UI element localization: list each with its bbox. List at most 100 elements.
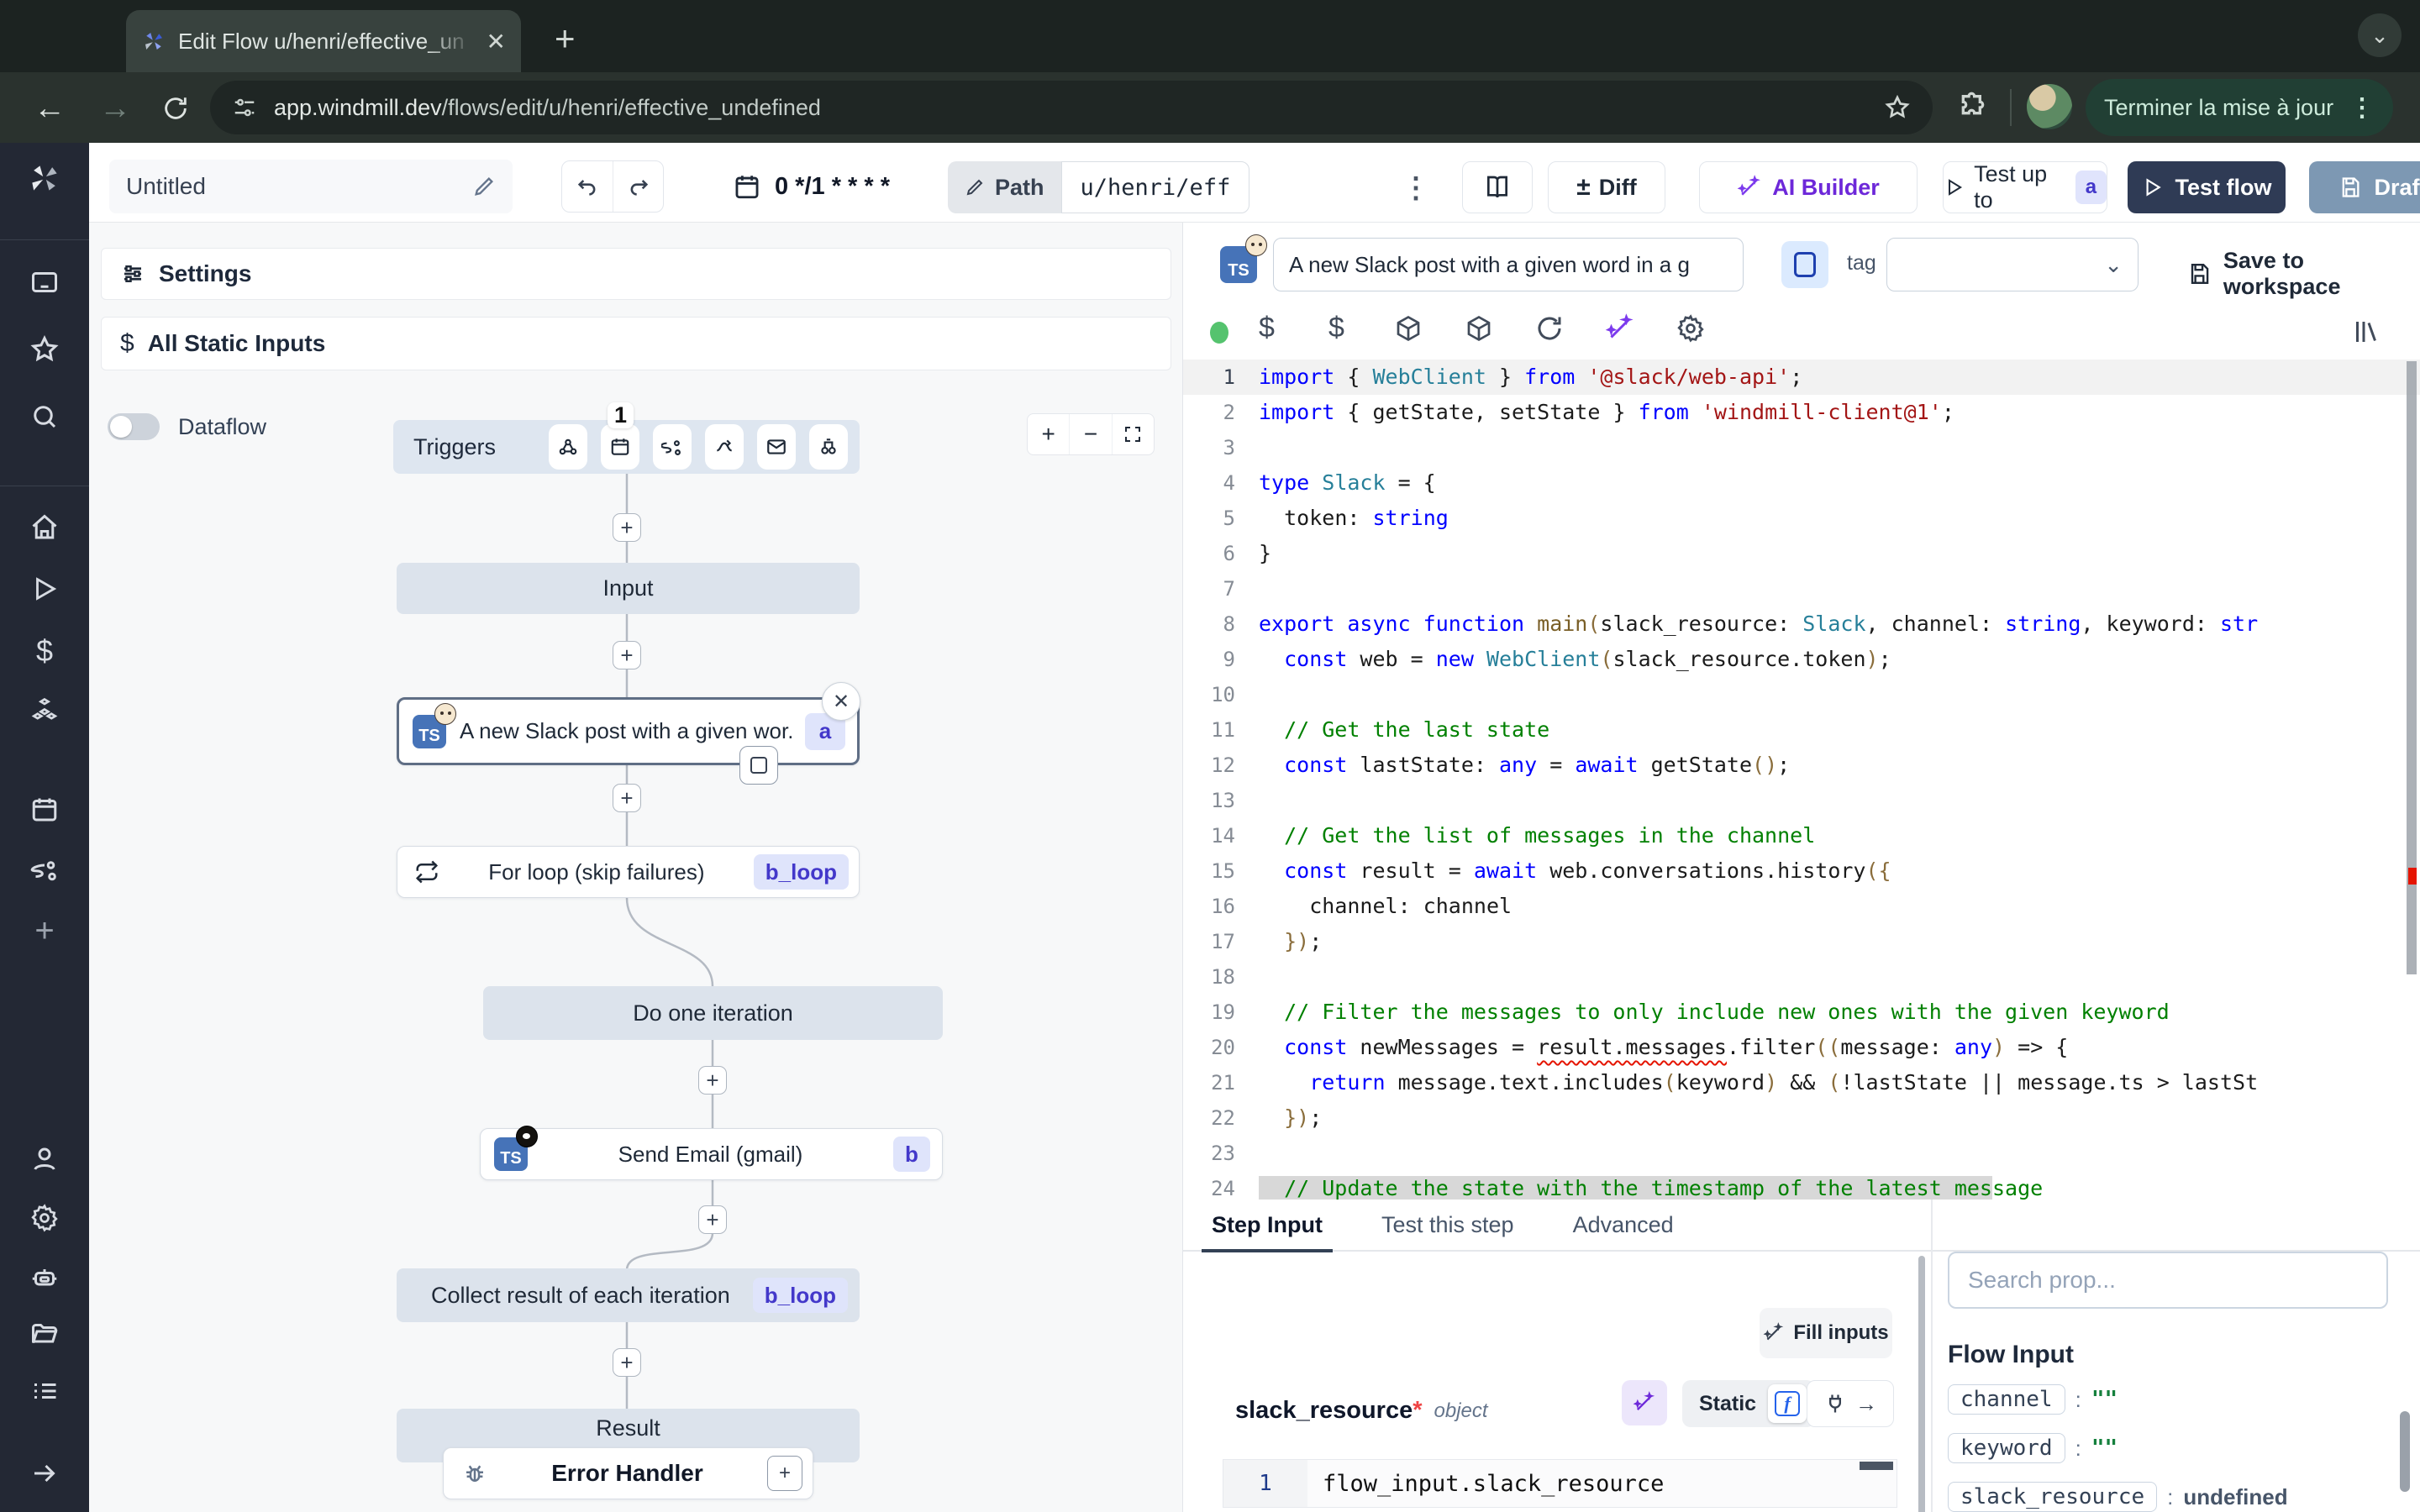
flow-input-node[interactable]: Input (397, 563, 860, 614)
code-line[interactable]: 5 token: string (1183, 501, 2420, 536)
add-error-handler-button[interactable]: + (767, 1456, 802, 1491)
code-line[interactable]: 1import { WebClient } from '@slack/web-a… (1183, 360, 2420, 395)
code-line[interactable]: 17 }); (1183, 924, 2420, 959)
add-step-button[interactable]: + (613, 641, 641, 669)
new-tab-button[interactable]: + (555, 18, 576, 59)
flow-settings-row[interactable]: Settings (101, 248, 1171, 300)
windmill-logo[interactable] (0, 160, 89, 197)
code-line[interactable]: 11 // Get the last state (1183, 712, 2420, 748)
sidebar-item-workers[interactable] (0, 1262, 89, 1292)
code-line[interactable]: 6} (1183, 536, 2420, 571)
browser-profile-avatar[interactable] (2027, 84, 2072, 129)
sidebar-item-audit-logs[interactable] (0, 1376, 89, 1406)
step-panel-scrollbar[interactable] (1918, 1256, 1925, 1512)
expr-scroll-thumb[interactable] (1860, 1462, 1893, 1470)
code-line[interactable]: 10 (1183, 677, 2420, 712)
zoom-out-button[interactable]: − (1069, 414, 1111, 454)
code-line[interactable]: 18 (1183, 959, 2420, 995)
code-line[interactable]: 2import { getState, setState } from 'win… (1183, 395, 2420, 430)
redo-button[interactable] (613, 161, 663, 212)
early-stop-button[interactable] (739, 746, 778, 785)
forward-icon[interactable]: → (99, 91, 131, 127)
package-icon[interactable] (1464, 313, 1494, 344)
static-expr-toggle[interactable]: Static f (1682, 1380, 1815, 1427)
expr-text[interactable]: flow_input.slack_resource (1307, 1460, 1897, 1507)
tab-step-input[interactable]: Step Input (1212, 1199, 1323, 1251)
step-node-forloop[interactable]: For loop (skip failures) b_loop (397, 846, 860, 898)
http-route-trigger-button[interactable] (653, 424, 692, 470)
sidebar-item-settings[interactable] (0, 1203, 89, 1233)
url-text[interactable]: app.windmill.dev/flows/edit/u/henri/effe… (274, 95, 821, 121)
sidebar-item-variables[interactable]: $ (0, 633, 89, 669)
search-prop-input[interactable]: Search prop... (1948, 1252, 2388, 1309)
code-line[interactable]: 15 const result = await web.conversation… (1183, 853, 2420, 889)
site-settings-icon[interactable] (232, 95, 257, 120)
schedule-trigger-button[interactable]: 1 (601, 424, 639, 470)
add-step-button[interactable]: + (613, 784, 641, 812)
test-up-to-button[interactable]: Test up to a (1943, 161, 2107, 213)
fit-view-button[interactable] (1112, 414, 1154, 454)
do-one-iteration-node[interactable]: Do one iteration (483, 986, 943, 1040)
path-value[interactable]: u/henri/eff (1061, 161, 1250, 213)
code-line[interactable]: 8export async function main(slack_resour… (1183, 606, 2420, 642)
tag-select[interactable]: ⌄ (1886, 238, 2139, 291)
sidebar-item-resources[interactable] (0, 696, 89, 726)
props-panel-scrollbar[interactable] (2400, 1411, 2410, 1492)
zoom-in-button[interactable]: + (1028, 414, 1069, 454)
variables-icon[interactable]: $ (1328, 312, 1344, 344)
flow-name-input[interactable]: Untitled (109, 160, 513, 213)
code-line[interactable]: 21 return message.text.includes(keyword)… (1183, 1065, 2420, 1100)
ai-fill-field-button[interactable] (1622, 1380, 1667, 1425)
diff-button[interactable]: ± Diff (1548, 161, 1665, 213)
browser-menu-kebab-icon[interactable]: ⋮ (2349, 93, 2375, 123)
browser-update-button[interactable]: Terminer la mise à jour ⋮ (2086, 79, 2393, 136)
code-line[interactable]: 13 (1183, 783, 2420, 818)
prop-row-channel[interactable]: channel : "" (1948, 1381, 2420, 1418)
path-button[interactable]: Path (948, 161, 1061, 213)
delete-step-button[interactable]: ✕ (822, 682, 860, 721)
library-icon[interactable] (2351, 317, 2381, 347)
sidebar-expand-arrow-icon[interactable] (0, 1458, 89, 1488)
code-line[interactable]: 20 const newMessages = result.messages.f… (1183, 1030, 2420, 1065)
sidebar-item-favorites[interactable] (0, 334, 89, 365)
websocket-trigger-button[interactable] (705, 424, 744, 470)
add-step-button[interactable]: + (698, 1205, 727, 1234)
test-up-to-step-badge[interactable]: a (2075, 171, 2107, 204)
gear-icon[interactable] (1676, 313, 1706, 344)
docs-book-button[interactable] (1462, 161, 1533, 213)
code-editor[interactable]: 1import { WebClient } from '@slack/web-a… (1183, 360, 2420, 1200)
edit-pencil-icon[interactable] (472, 175, 496, 198)
code-line[interactable]: 7 (1183, 571, 2420, 606)
code-line[interactable]: 22 }); (1183, 1100, 2420, 1136)
tab-close-icon[interactable]: ✕ (487, 28, 506, 55)
path-selector[interactable]: Path u/henri/eff (948, 161, 1249, 213)
sidebar-item-schedules[interactable] (0, 795, 89, 825)
prop-name[interactable]: slack_resource (1948, 1482, 2157, 1512)
prop-name[interactable]: keyword (1948, 1433, 2065, 1463)
sidebar-item-home[interactable] (0, 512, 89, 543)
sidebar-item-folders[interactable] (0, 1319, 89, 1349)
toggle-editor-layout-button[interactable] (1781, 241, 1828, 288)
sidebar-item-runs[interactable] (0, 575, 89, 603)
ai-builder-button[interactable]: AI Builder (1699, 161, 1918, 213)
add-step-button[interactable]: + (613, 513, 641, 542)
more-options-kebab-icon[interactable]: ⋮ (1402, 171, 1430, 205)
undo-button[interactable] (562, 161, 613, 212)
collect-result-node[interactable]: Collect result of each iteration b_loop (397, 1268, 860, 1322)
step-node-send-email[interactable]: TS Send Email (gmail) b (480, 1128, 943, 1180)
save-to-workspace-button[interactable]: Save to workspace (2187, 248, 2420, 300)
all-static-inputs-row[interactable]: $ All Static Inputs (101, 317, 1171, 370)
sidebar-item-workspace[interactable] (0, 267, 89, 297)
reload-icon[interactable] (1534, 313, 1565, 344)
input-expression-editor[interactable]: 1 flow_input.slack_resource (1223, 1459, 1897, 1508)
code-line[interactable]: 16 channel: channel (1183, 889, 2420, 924)
step-node-slack[interactable]: TS A new Slack post with a given wor... … (397, 697, 860, 765)
code-line[interactable]: 4type Slack = { (1183, 465, 2420, 501)
package-icon[interactable] (1393, 313, 1423, 344)
test-flow-button[interactable]: Test flow (2128, 161, 2286, 213)
code-line[interactable]: 9 const web = new WebClient(slack_resour… (1183, 642, 2420, 677)
tab-search-chevron-icon[interactable]: ⌄ (2358, 13, 2402, 57)
browser-tab[interactable]: Edit Flow u/henri/effective_un ✕ (126, 10, 521, 72)
add-step-button[interactable]: + (698, 1066, 727, 1095)
code-line[interactable]: 3 (1183, 430, 2420, 465)
